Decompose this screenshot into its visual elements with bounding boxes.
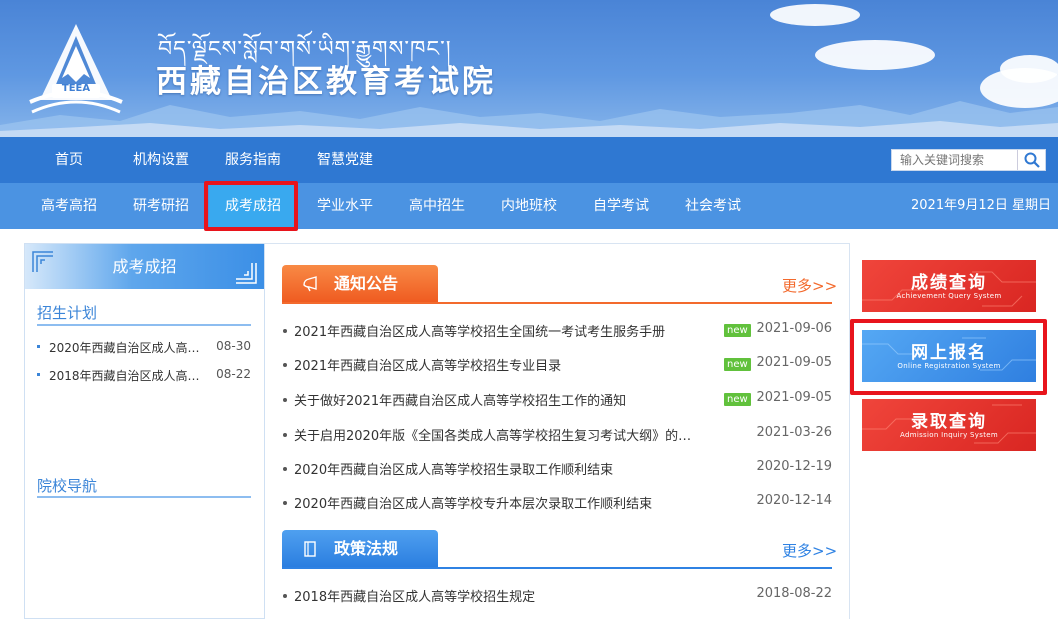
- tab-yankao[interactable]: 研考研招: [133, 183, 189, 229]
- left-panel-header: 成考成招: [25, 244, 264, 289]
- policy-more-link[interactable]: 更多>>: [782, 540, 837, 561]
- online-registration-button[interactable]: 网上报名 Online Registration System: [862, 330, 1036, 382]
- header-banner: TEEA བོད་ལྗོངས་སློབ་གསོ་ཡིག་རྒྱུགས་ཁང་། …: [0, 0, 1058, 137]
- bullet: [283, 594, 287, 598]
- notice-date: 2020-12-14: [756, 493, 832, 508]
- achievement-query-subtitle: Achievement Query System: [896, 292, 1002, 300]
- megaphone-icon: [303, 276, 317, 292]
- new-badge: new: [724, 393, 751, 406]
- bullet: [37, 345, 40, 348]
- secondary-nav-items: 高考高招 研考研招 成考成招 学业水平 高中招生 内地班校 自学考试 社会考试: [0, 183, 1058, 229]
- new-badge: new: [724, 358, 751, 371]
- list-item-title[interactable]: 2018年西藏自治区成人高等学校招生计划: [49, 367, 204, 384]
- list-item-date: 08-22: [216, 367, 251, 381]
- list-item[interactable]: 2020年西藏自治区成人高等学校招生计划 08-30: [37, 339, 251, 355]
- section-divider: [37, 324, 251, 326]
- notice-title[interactable]: 2020年西藏自治区成人高等学校招生录取工作顺利结束: [294, 459, 613, 478]
- tab-chengkao[interactable]: 成考成招: [225, 183, 281, 229]
- new-badge: new: [724, 324, 751, 337]
- policy-underline: [282, 567, 832, 569]
- teea-logo: [29, 24, 123, 114]
- policy-title[interactable]: 2018年西藏自治区成人高等学校招生规定: [294, 586, 535, 605]
- bullet: [283, 433, 287, 437]
- section-title-school-navigation[interactable]: 院校导航: [37, 475, 97, 496]
- section-title-enrollment-plan[interactable]: 招生计划: [37, 302, 97, 323]
- notice-more-link[interactable]: 更多>>: [782, 275, 837, 296]
- notice-title[interactable]: 2020年西藏自治区成人高等学校专升本层次录取工作顺利结束: [294, 493, 652, 512]
- tab-zixue[interactable]: 自学考试: [593, 183, 649, 229]
- tab-gaokao[interactable]: 高考高招: [41, 183, 97, 229]
- notice-date: 2021-09-06: [756, 321, 832, 336]
- bullet: [37, 373, 40, 376]
- nav-item-organization[interactable]: 机构设置: [133, 137, 189, 183]
- notice-row[interactable]: 2021年西藏自治区成人高等学校招生全国统一考试考生服务手册 new 2021-…: [282, 321, 832, 341]
- notice-date: 2020-12-19: [756, 459, 832, 474]
- policy-date: 2018-08-22: [756, 586, 832, 601]
- notice-title[interactable]: 关于启用2020年版《全国各类成人高等学校招生复习考试大纲》的…: [294, 425, 691, 444]
- current-date: 2021年9月12日 星期日: [911, 198, 1052, 213]
- left-panel: 成考成招 招生计划 2020年西藏自治区成人高等学校招生计划 08-30 201…: [24, 243, 265, 619]
- notice-date: 2021-03-26: [756, 425, 832, 440]
- list-item[interactable]: 2018年西藏自治区成人高等学校招生计划 08-22: [37, 367, 251, 383]
- tab-xueye[interactable]: 学业水平: [317, 183, 373, 229]
- notice-row[interactable]: 关于启用2020年版《全国各类成人高等学校招生复习考试大纲》的… 2021-03…: [282, 425, 832, 445]
- notice-row[interactable]: 2020年西藏自治区成人高等学校招生录取工作顺利结束 2020-12-19: [282, 459, 832, 479]
- online-registration-label: 网上报名: [911, 343, 987, 363]
- achievement-query-button[interactable]: 成绩查询 Achievement Query System: [862, 260, 1036, 312]
- list-item-date: 08-30: [216, 339, 251, 353]
- search-input[interactable]: [892, 150, 1018, 170]
- document-icon: [304, 541, 316, 557]
- admission-inquiry-label: 录取查询: [911, 412, 987, 432]
- policy-tab[interactable]: 政策法规: [282, 530, 438, 568]
- cloud: [815, 40, 935, 70]
- site-title: 西藏自治区教育考试院: [156, 64, 496, 100]
- notice-title[interactable]: 2021年西藏自治区成人高等学校招生全国统一考试考生服务手册: [294, 321, 665, 340]
- section-divider: [37, 496, 251, 498]
- nav-item-home[interactable]: 首页: [55, 137, 83, 183]
- notice-title[interactable]: 关于做好2021年西藏自治区成人高等学校招生工作的通知: [294, 390, 626, 409]
- notice-row[interactable]: 2021年西藏自治区成人高等学校招生专业目录 new 2021-09-05: [282, 355, 832, 375]
- list-item-title[interactable]: 2020年西藏自治区成人高等学校招生计划: [49, 339, 204, 356]
- notice-underline: [282, 302, 832, 304]
- bullet: [283, 398, 287, 402]
- tab-gaozhong[interactable]: 高中招生: [409, 183, 465, 229]
- bullet: [283, 501, 287, 505]
- search-button[interactable]: [1017, 150, 1045, 170]
- admission-inquiry-subtitle: Admission Inquiry System: [900, 431, 998, 439]
- admission-inquiry-button[interactable]: 录取查询 Admission Inquiry System: [862, 399, 1036, 451]
- cloud: [1000, 55, 1058, 83]
- notice-tab-label: 通知公告: [334, 274, 399, 293]
- tab-neidi[interactable]: 内地班校: [501, 183, 557, 229]
- bullet: [283, 329, 287, 333]
- nav-item-service-guide[interactable]: 服务指南: [225, 137, 281, 183]
- bullet: [283, 363, 287, 367]
- search-box: [891, 149, 1046, 171]
- left-panel-title: 成考成招: [112, 257, 177, 276]
- notice-tab[interactable]: 通知公告: [282, 265, 438, 303]
- online-registration-subtitle: Online Registration System: [897, 362, 1001, 370]
- policy-row[interactable]: 2018年西藏自治区成人高等学校招生规定 2018-08-22: [282, 586, 832, 606]
- bullet: [283, 467, 287, 471]
- logo-text: TEEA: [61, 83, 91, 94]
- notice-row[interactable]: 关于做好2021年西藏自治区成人高等学校招生工作的通知 new 2021-09-…: [282, 390, 832, 410]
- notice-date: 2021-09-05: [756, 355, 832, 370]
- achievement-query-label: 成绩查询: [911, 273, 987, 293]
- search-icon: [1024, 152, 1040, 168]
- nav-item-party-building[interactable]: 智慧党建: [317, 137, 373, 183]
- policy-tab-label: 政策法规: [334, 539, 399, 558]
- tab-shehui[interactable]: 社会考试: [685, 183, 741, 229]
- notice-title[interactable]: 2021年西藏自治区成人高等学校招生专业目录: [294, 355, 561, 374]
- cloud: [770, 4, 860, 26]
- notice-row[interactable]: 2020年西藏自治区成人高等学校专升本层次录取工作顺利结束 2020-12-14: [282, 493, 832, 513]
- notice-date: 2021-09-05: [756, 390, 832, 405]
